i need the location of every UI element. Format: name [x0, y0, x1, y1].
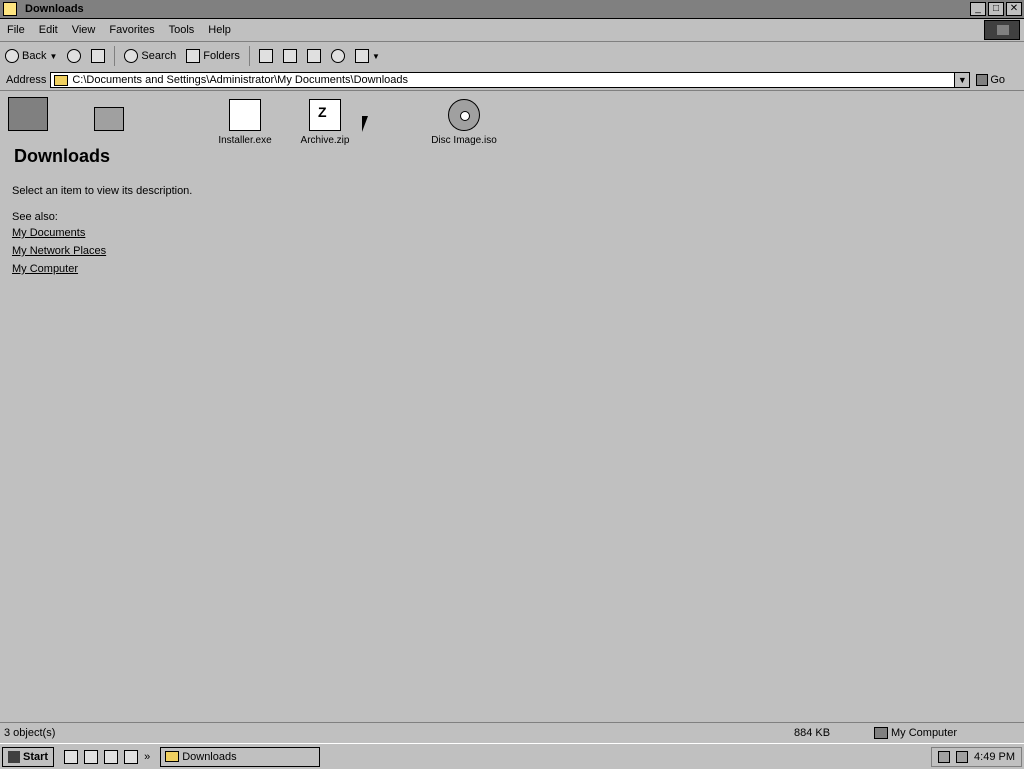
views-icon: [354, 49, 369, 63]
address-value[interactable]: C:\Documents and Settings\Administrator\…: [72, 74, 408, 86]
folder-banner-icon: [8, 97, 48, 131]
go-button[interactable]: Go: [976, 74, 1005, 86]
clock[interactable]: 4:49 PM: [974, 751, 1015, 763]
link-my-computer[interactable]: My Computer: [12, 263, 78, 275]
mouse-cursor-icon: [362, 116, 368, 132]
toolbar: Back ▼ Search Folders ▼: [0, 42, 1024, 71]
undo-icon: [330, 49, 345, 63]
toolbar-separator: [114, 46, 116, 66]
folders-label: Folders: [203, 50, 240, 62]
up-button[interactable]: [86, 45, 110, 67]
status-zone: My Computer: [874, 727, 957, 739]
computer-icon: [874, 727, 888, 739]
taskbar-item-label: Downloads: [182, 750, 237, 763]
undo-button[interactable]: [326, 45, 350, 67]
close-button[interactable]: ✕: [1006, 2, 1022, 16]
file-name: Disc Image.iso: [431, 135, 497, 146]
folder-title: Downloads: [14, 146, 111, 166]
delete-icon: [306, 49, 321, 63]
folder-banner-decoration: [94, 107, 124, 131]
go-arrow-icon: [976, 74, 989, 86]
address-field[interactable]: C:\Documents and Settings\Administrator\…: [50, 72, 971, 88]
menu-favorites[interactable]: Favorites: [102, 24, 161, 36]
menu-edit[interactable]: Edit: [32, 24, 65, 36]
system-tray: 4:49 PM: [931, 746, 1022, 767]
zone-label: My Computer: [891, 727, 958, 739]
show-desktop-icon[interactable]: [64, 749, 79, 764]
start-label: Start: [23, 750, 49, 763]
move-to-icon: [258, 49, 273, 63]
toolbar-separator: [248, 46, 250, 66]
back-arrow-icon: [5, 49, 19, 63]
folder-up-icon: [91, 49, 106, 63]
menu-tools[interactable]: Tools: [162, 24, 202, 36]
search-icon: [124, 49, 139, 63]
address-label: Address: [6, 74, 47, 86]
back-label: Back: [22, 50, 47, 62]
folders-icon: [186, 49, 201, 63]
chevron-down-icon[interactable]: ▼: [49, 52, 57, 61]
menu-file[interactable]: File: [0, 24, 32, 36]
copy-to-icon: [282, 49, 297, 63]
address-bar: Address C:\Documents and Settings\Admini…: [0, 70, 1024, 91]
folder-icon: [54, 74, 69, 86]
menu-help[interactable]: Help: [201, 24, 238, 36]
folder-description: Select an item to view its description.: [12, 185, 193, 197]
disc-icon: [448, 99, 480, 131]
quick-launch-more-icon[interactable]: »: [144, 751, 150, 763]
quick-launch: »: [64, 749, 150, 764]
status-text: 3 object(s): [4, 727, 56, 739]
file-item[interactable]: Installer.exe: [205, 99, 285, 146]
title-bar[interactable]: Downloads _ □ ✕: [0, 0, 1024, 19]
chevron-down-icon[interactable]: ▼: [372, 52, 380, 61]
go-label: Go: [990, 74, 1006, 86]
link-my-network-places[interactable]: My Network Places: [12, 245, 106, 257]
forward-arrow-icon: [67, 49, 82, 63]
status-size: 884 KB: [794, 727, 831, 739]
media-player-icon[interactable]: [104, 749, 119, 764]
taskbar: Start » Downloads 4:49 PM: [0, 743, 1024, 769]
start-button[interactable]: Start: [2, 746, 55, 767]
volume-icon[interactable]: [956, 750, 969, 763]
windows-flag-icon: [8, 750, 20, 763]
menu-bar: File Edit View Favorites Tools Help: [0, 19, 1024, 42]
move-to-button[interactable]: [254, 45, 278, 67]
status-bar: 3 object(s) 884 KB My Computer: [0, 722, 1024, 743]
maximize-button[interactable]: □: [988, 2, 1004, 16]
folders-button[interactable]: Folders: [181, 45, 245, 67]
explorer-icon[interactable]: [124, 749, 139, 764]
folder-content[interactable]: Downloads Select an item to view its des…: [0, 91, 1024, 721]
folder-banner: [4, 97, 144, 137]
file-item[interactable]: Disc Image.iso: [424, 99, 504, 146]
menu-view[interactable]: View: [65, 24, 103, 36]
network-icon[interactable]: [938, 750, 951, 763]
explorer-window: Downloads _ □ ✕ File Edit View Favorites…: [0, 0, 1024, 769]
folder-icon: [165, 751, 180, 762]
chevron-down-icon[interactable]: ▼: [954, 73, 970, 87]
file-item[interactable]: Archive.zip: [285, 99, 365, 146]
copy-to-button[interactable]: [278, 45, 302, 67]
file-name: Archive.zip: [300, 135, 350, 146]
zip-icon: [309, 99, 341, 131]
window-controls: _ □ ✕: [970, 2, 1022, 16]
window-title: Downloads: [25, 3, 84, 15]
views-button[interactable]: ▼: [350, 45, 385, 67]
installer-icon: [229, 99, 261, 131]
see-also-label: See also:: [12, 211, 58, 223]
taskbar-item-downloads[interactable]: Downloads: [160, 746, 321, 767]
link-my-documents[interactable]: My Documents: [12, 227, 85, 239]
internet-explorer-icon[interactable]: [84, 749, 99, 764]
folder-icon: [3, 2, 17, 16]
minimize-button[interactable]: _: [970, 2, 986, 16]
search-button[interactable]: Search: [119, 45, 181, 67]
search-label: Search: [141, 50, 177, 62]
file-name: Installer.exe: [218, 135, 272, 146]
delete-button[interactable]: [302, 45, 326, 67]
forward-button[interactable]: [62, 45, 86, 67]
windows-logo-icon: [984, 20, 1020, 40]
back-button[interactable]: Back ▼: [0, 45, 62, 67]
